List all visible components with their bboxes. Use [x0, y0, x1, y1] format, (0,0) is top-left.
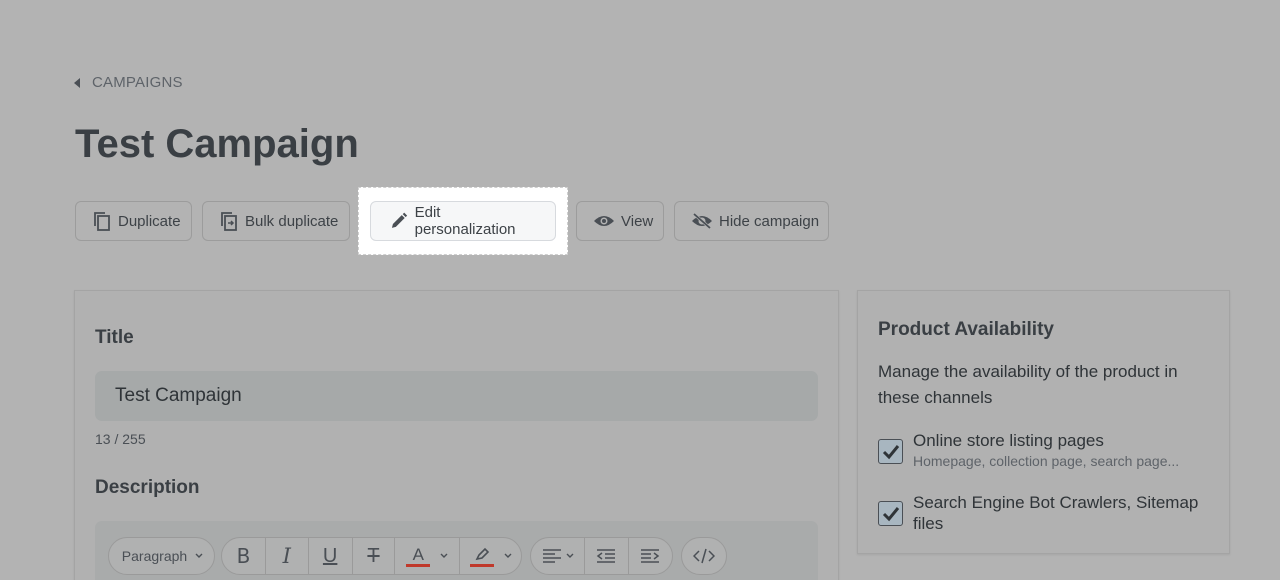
- caret-left-icon: [74, 77, 80, 88]
- format-toolbar-group: B I U T A: [221, 537, 522, 575]
- bold-button[interactable]: B: [222, 538, 266, 574]
- strikethrough-button[interactable]: T: [353, 538, 396, 574]
- campaign-details-card: Title Test Campaign 13 / 255 Description…: [74, 290, 839, 580]
- text-color-icon: A: [406, 544, 431, 567]
- highlighter-icon: [469, 546, 494, 567]
- paragraph-select[interactable]: Paragraph: [109, 538, 214, 574]
- indent-icon: [641, 549, 660, 563]
- eye-icon: [594, 216, 614, 226]
- view-label: View: [621, 212, 654, 230]
- text-color-swatch: [406, 563, 431, 567]
- description-label: Description: [95, 477, 200, 498]
- channel-search-engine[interactable]: Search Engine Bot Crawlers, Sitemap file…: [878, 492, 1213, 534]
- bulk-duplicate-button[interactable]: Bulk duplicate: [202, 201, 350, 241]
- product-availability-card: Product Availability Manage the availabi…: [857, 290, 1230, 554]
- availability-title: Product Availability: [878, 319, 1054, 340]
- edit-personalization-button[interactable]: Edit personalization: [370, 201, 556, 241]
- checkmark-icon: [882, 506, 899, 521]
- chevron-down-icon: [195, 553, 203, 558]
- copy-icon: [94, 212, 110, 231]
- online-store-label: Online store listing pages: [913, 431, 1104, 450]
- title-input[interactable]: Test Campaign: [95, 371, 818, 421]
- online-store-checkbox[interactable]: [878, 439, 903, 464]
- availability-description: Manage the availability of the product i…: [878, 362, 1178, 407]
- page-title: Test Campaign: [75, 122, 359, 166]
- edit-personalization-label: Edit personalization: [414, 204, 516, 238]
- align-left-icon: [542, 549, 561, 563]
- paragraph-select-group: Paragraph: [108, 537, 215, 575]
- highlight-color-button[interactable]: [460, 538, 521, 574]
- text-color-glyph: A: [412, 544, 424, 564]
- title-char-counter: 13 / 255: [95, 431, 146, 447]
- outdent-button[interactable]: [585, 538, 629, 574]
- align-button[interactable]: [531, 538, 586, 574]
- channel-online-store[interactable]: Online store listing pages Homepage, col…: [878, 430, 1179, 471]
- bulk-duplicate-label: Bulk duplicate: [245, 212, 339, 230]
- duplicate-label: Duplicate: [118, 212, 181, 230]
- search-engine-label: Search Engine Bot Crawlers, Sitemap file…: [913, 493, 1199, 533]
- text-color-button[interactable]: A: [395, 538, 461, 574]
- alignment-toolbar-group: [530, 537, 673, 575]
- chevron-down-icon: [504, 553, 512, 558]
- duplicate-button[interactable]: Duplicate: [75, 201, 192, 241]
- highlight-color-swatch: [469, 563, 494, 567]
- indent-button[interactable]: [629, 538, 672, 574]
- outdent-icon: [597, 549, 616, 563]
- pencil-icon: [391, 212, 408, 228]
- eye-off-icon: [692, 212, 712, 230]
- online-store-sublabel: Homepage, collection page, search page..…: [913, 453, 1180, 469]
- checkmark-icon: [882, 444, 899, 459]
- chevron-down-icon: [566, 553, 574, 558]
- paragraph-select-label: Paragraph: [121, 548, 188, 564]
- breadcrumb-label[interactable]: CAMPAIGNS: [92, 74, 183, 91]
- view-button[interactable]: View: [576, 201, 664, 241]
- code-view-button[interactable]: [682, 538, 726, 574]
- description-editor[interactable]: Paragraph B I U T A: [95, 521, 818, 580]
- underline-button[interactable]: U: [309, 538, 353, 574]
- title-label: Title: [95, 327, 134, 348]
- bulk-copy-icon: [221, 212, 237, 231]
- code-toolbar-group: [681, 537, 727, 575]
- chevron-down-icon: [440, 553, 448, 558]
- search-engine-checkbox[interactable]: [878, 501, 903, 526]
- hide-campaign-button[interactable]: Hide campaign: [674, 201, 829, 241]
- italic-button[interactable]: I: [266, 538, 309, 574]
- breadcrumb[interactable]: CAMPAIGNS: [74, 74, 183, 91]
- hide-campaign-label: Hide campaign: [719, 212, 820, 230]
- code-icon: [693, 548, 715, 564]
